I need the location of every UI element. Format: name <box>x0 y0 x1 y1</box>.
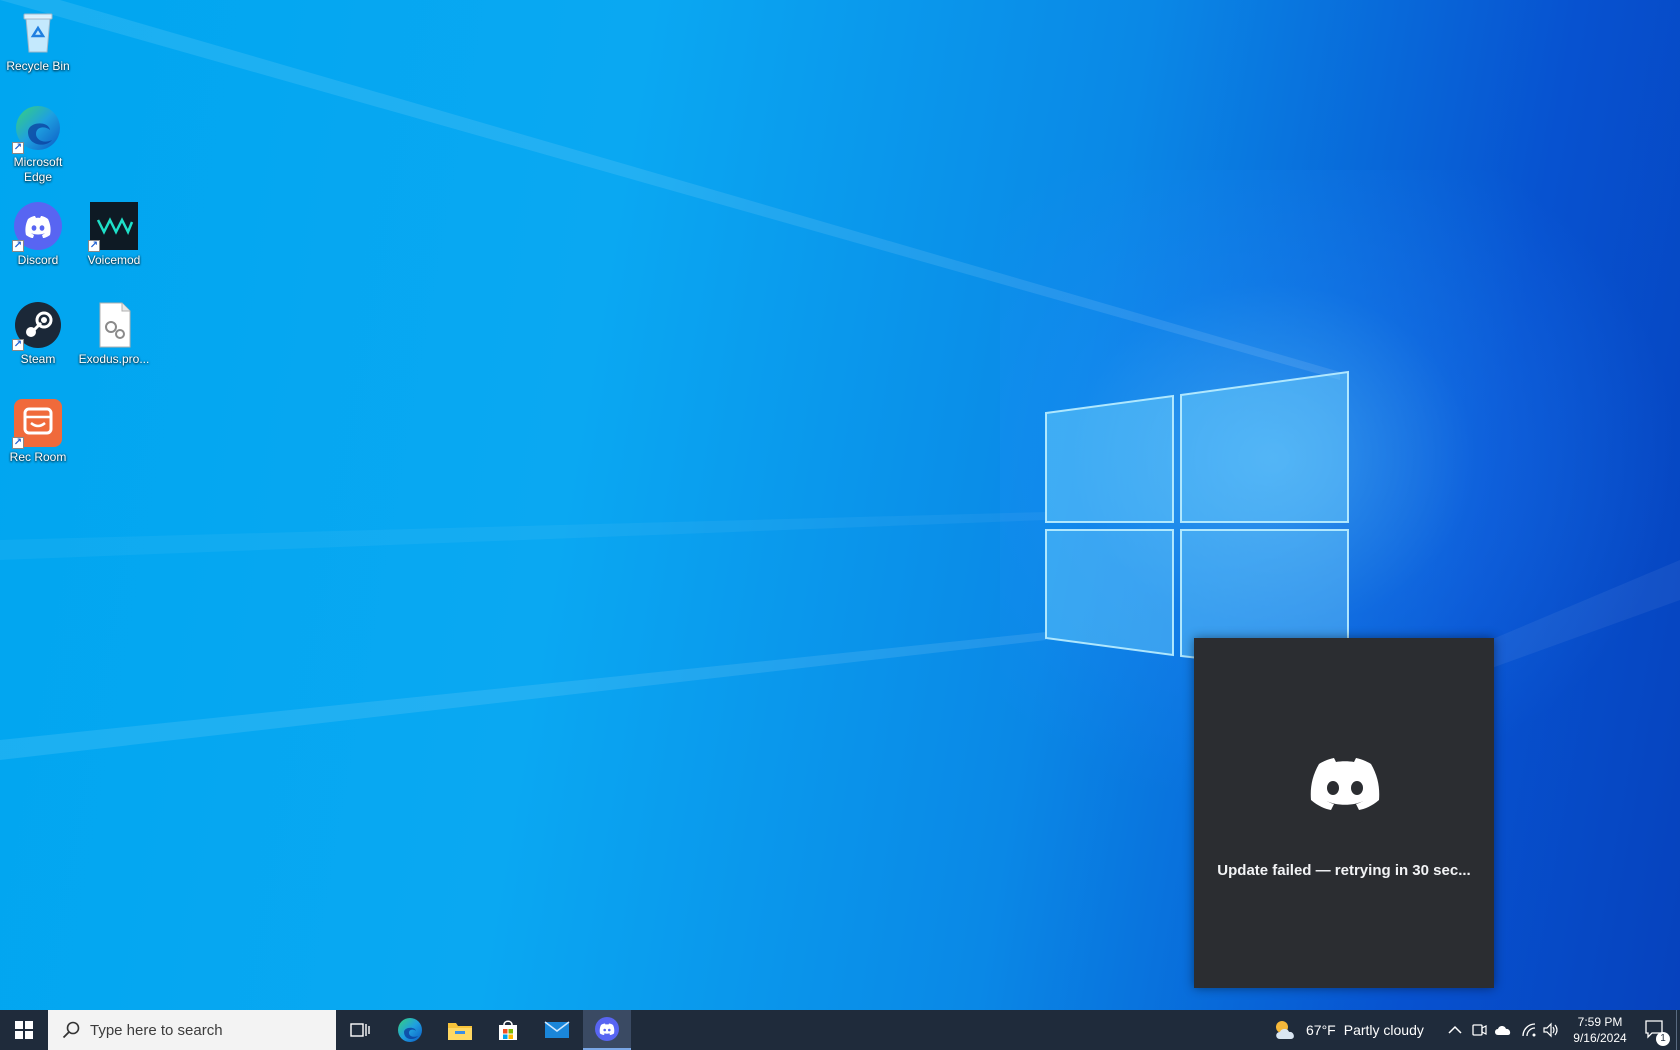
shortcut-arrow-icon: ↗ <box>12 339 24 351</box>
clock-time: 7:59 PM <box>1577 1015 1623 1029</box>
weather-temperature: 67°F <box>1306 1022 1336 1038</box>
rec-room-desktop-icon[interactable]: ↗ Rec Room <box>0 399 76 465</box>
taskbar-search-box[interactable]: Type here to search <box>48 1010 336 1050</box>
desktop-icon-label: Voicemod <box>87 253 141 267</box>
store-icon <box>499 1020 517 1040</box>
shortcut-arrow-icon: ↗ <box>12 437 24 449</box>
steam-desktop-icon[interactable]: ↗ Steam <box>0 301 76 367</box>
update-status-text: Update failed — retrying in 30 sec... <box>1217 862 1471 879</box>
shortcut-arrow-icon: ↗ <box>12 142 24 154</box>
weather-condition: Partly cloudy <box>1343 1022 1424 1038</box>
start-button[interactable] <box>0 1010 48 1050</box>
weather-widget[interactable]: 67°F Partly cloudy <box>1272 1010 1432 1050</box>
recycle-bin-desktop-icon[interactable]: Recycle Bin <box>0 8 76 74</box>
onedrive-cloud-icon <box>1495 1026 1511 1035</box>
meet-now-tray-button[interactable] <box>1468 1010 1490 1050</box>
desktop-icon-label: Rec Room <box>9 450 67 464</box>
wifi-icon <box>1522 1023 1536 1037</box>
voicemod-desktop-icon[interactable]: ↗ Voicemod <box>76 202 152 268</box>
mail-icon <box>544 1021 570 1038</box>
search-placeholder: Type here to search <box>90 1021 223 1039</box>
desktop-icon-label: Steam <box>20 352 56 366</box>
partly-cloudy-icon <box>1276 1021 1294 1039</box>
speaker-icon <box>1543 1022 1558 1038</box>
discord-icon <box>595 1017 619 1041</box>
notification-count-badge: 1 <box>1656 1032 1670 1046</box>
shortcut-arrow-icon: ↗ <box>88 240 100 252</box>
task-view-icon <box>350 1023 370 1037</box>
discord-update-window: Update failed — retrying in 30 sec... <box>1194 638 1494 988</box>
network-tray-button[interactable] <box>1518 1010 1540 1050</box>
config-file-icon <box>99 302 131 348</box>
search-icon <box>62 1021 80 1039</box>
volume-tray-button[interactable] <box>1540 1010 1562 1050</box>
desktop-icon-label: Recycle Bin <box>6 59 70 73</box>
taskbar-edge-button[interactable] <box>386 1010 434 1050</box>
taskbar: Type here to search 67°F Partly cloudy 7… <box>0 1010 1680 1050</box>
edge-icon <box>398 1018 422 1042</box>
chevron-up-icon <box>1448 1025 1462 1034</box>
meet-now-icon <box>1472 1024 1487 1036</box>
taskbar-clock[interactable]: 7:59 PM 9/16/2024 <box>1565 1014 1635 1046</box>
clock-date: 9/16/2024 <box>1573 1031 1627 1045</box>
shortcut-arrow-icon: ↗ <box>12 240 24 252</box>
folder-icon <box>448 1023 472 1040</box>
taskbar-store-button[interactable] <box>484 1010 532 1050</box>
taskbar-discord-button[interactable] <box>583 1010 631 1050</box>
windows-logo-icon <box>15 1021 33 1039</box>
discord-desktop-icon[interactable]: ↗ Discord <box>0 202 76 268</box>
desktop-icon-label: Exodus.pro... <box>78 352 150 366</box>
action-center-button[interactable]: 1 <box>1636 1010 1676 1050</box>
desktop: Recycle Bin ↗ Microsoft Edge ↗ Discord ↗… <box>0 0 1680 1010</box>
desktop-icon-label: Discord <box>17 253 59 267</box>
show-hidden-icons-button[interactable] <box>1444 1010 1466 1050</box>
recycle-bin-icon <box>23 13 53 53</box>
discord-logo-icon <box>1310 758 1380 810</box>
taskbar-file-explorer-button[interactable] <box>436 1010 484 1050</box>
show-desktop-button[interactable] <box>1676 1010 1680 1050</box>
taskbar-mail-button[interactable] <box>533 1010 581 1050</box>
desktop-icon-label: Microsoft Edge <box>13 155 63 184</box>
task-view-button[interactable] <box>336 1010 384 1050</box>
edge-desktop-icon[interactable]: ↗ Microsoft Edge <box>0 104 76 185</box>
exodus-file-desktop-icon[interactable]: Exodus.pro... <box>76 301 152 367</box>
onedrive-tray-button[interactable] <box>1492 1010 1514 1050</box>
